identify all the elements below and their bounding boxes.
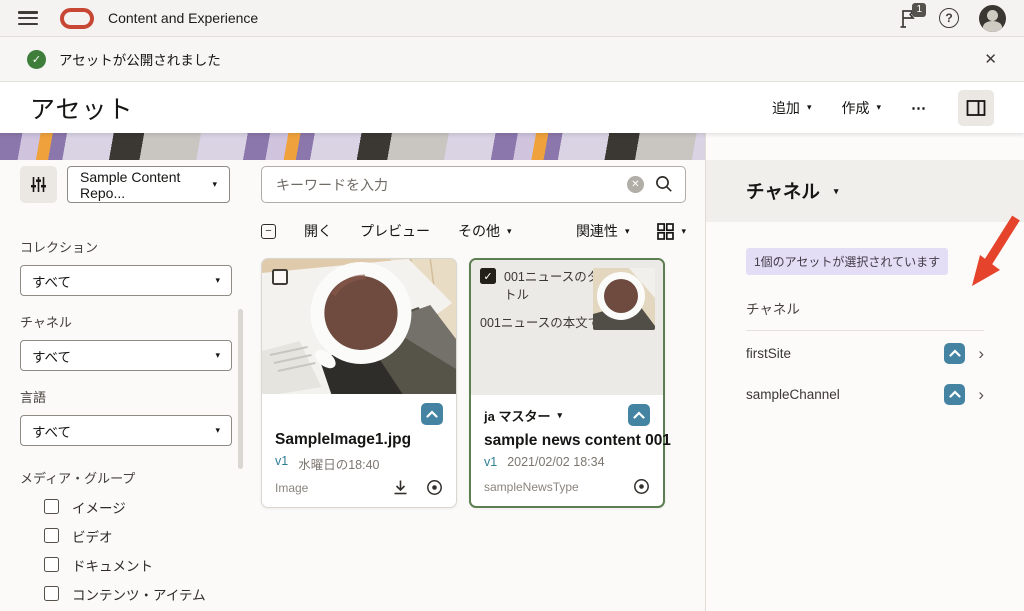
asset-type: sampleNewsType (484, 480, 579, 494)
asset-version: v1 (275, 454, 288, 473)
panel-header: チャネル ▾ (706, 160, 1024, 222)
channel-filter-label: チャネル (20, 312, 248, 331)
asset-card-sampleimage1[interactable]: SampleImage1.jpg v1 水曜日の18:40 Image (261, 258, 457, 508)
add-button[interactable]: 追加 ▾ (772, 98, 812, 118)
toast-close-icon[interactable]: ✕ (984, 50, 997, 68)
news-thumbnail-coffee (593, 268, 655, 330)
card-checkbox-checked[interactable]: ✓ (480, 268, 496, 284)
published-icon[interactable] (421, 403, 443, 425)
caret-down-icon: ▾ (807, 103, 812, 112)
chevron-right-icon[interactable]: › (978, 345, 984, 362)
channels-section-label: チャネル (746, 298, 984, 318)
asset-version: v1 (484, 455, 497, 469)
split-panel-icon (966, 99, 986, 117)
media-group-label: メディア・グループ (20, 468, 248, 487)
side-panel-toggle-button[interactable] (958, 90, 994, 126)
language-filter-label: 言語 (20, 387, 248, 406)
caret-down-icon: ▾ (876, 103, 881, 112)
asset-type: Image (275, 481, 308, 495)
assets-toolbar: − 開く プレビュー その他 ▾ 関連性 ▾ (261, 221, 686, 241)
open-button[interactable]: 開く (304, 221, 332, 241)
preview-eye-icon[interactable] (633, 478, 650, 495)
view-mode-select[interactable]: ▾ (657, 223, 686, 240)
asset-title: SampleImage1.jpg (275, 431, 443, 449)
channel-row-samplechannel[interactable]: sampleChannel › (746, 374, 984, 414)
card-checkbox[interactable] (272, 269, 288, 285)
media-option-image[interactable]: イメージ (44, 497, 248, 516)
caret-down-icon: ▾ (215, 276, 220, 285)
grid-view-icon (657, 223, 674, 240)
clear-search-icon[interactable]: ✕ (627, 176, 644, 193)
panel-title: チャネル (746, 178, 820, 204)
annotation-arrow (960, 212, 1024, 298)
asset-date: 水曜日の18:40 (298, 454, 379, 473)
selection-count-badge: 1個のアセットが選択されています (746, 248, 948, 275)
channel-select[interactable]: すべて ▾ (20, 340, 232, 371)
media-option-content-item[interactable]: コンテンツ・アイテム (44, 584, 248, 603)
assets-main: ✕ − 開く プレビュー その他 ▾ 関連性 ▾ (248, 133, 705, 611)
help-button[interactable]: ? (939, 8, 959, 28)
sidebar-scrollbar[interactable] (238, 309, 243, 469)
toast-message: アセットが公開されました (59, 49, 221, 69)
asset-card-sample-news[interactable]: ✓ 001ニュースのタイトル 001ニュースの本文です (469, 258, 665, 508)
language-select[interactable]: すべて ▾ (20, 415, 232, 446)
media-option-document[interactable]: ドキュメント (44, 555, 248, 574)
divider (746, 330, 984, 331)
preview-button[interactable]: プレビュー (360, 221, 430, 241)
create-button[interactable]: 作成 ▾ (841, 98, 881, 118)
sort-select[interactable]: 関連性 ▾ (576, 221, 630, 241)
page-title: アセット (30, 90, 134, 126)
search-icon[interactable] (655, 175, 673, 193)
content-item-preview: ✓ 001ニュースのタイトル 001ニュースの本文です (471, 260, 663, 395)
success-check-icon: ✓ (27, 50, 46, 69)
caret-down-icon: ▾ (625, 227, 630, 236)
filter-toggle-button[interactable] (20, 166, 57, 203)
collection-select[interactable]: すべて ▾ (20, 265, 232, 296)
download-icon[interactable] (392, 479, 409, 496)
oracle-logo (60, 8, 94, 29)
channels-panel: チャネル ▾ 1個のアセットが選択されています チャネル firstSite › (705, 133, 1024, 611)
asset-title: sample news content 001 (484, 432, 650, 450)
top-bar: Content and Experience 1 ? (0, 0, 1024, 37)
sliders-icon (30, 176, 47, 193)
language-variant-select[interactable]: ja マスター ▾ (484, 406, 562, 425)
avatar[interactable] (979, 5, 1006, 32)
more-menu-button[interactable]: その他 ▾ (458, 221, 512, 241)
published-icon[interactable] (944, 384, 965, 405)
chevron-right-icon[interactable]: › (978, 386, 984, 403)
notification-badge: 1 (912, 3, 926, 17)
caret-down-icon: ▾ (557, 411, 562, 420)
repository-select[interactable]: Sample Content Repo... ▾ (67, 166, 230, 203)
published-icon[interactable] (944, 343, 965, 364)
search-input[interactable] (261, 166, 686, 203)
caret-down-icon: ▾ (681, 227, 686, 236)
channel-row-firstsite[interactable]: firstSite › (746, 333, 984, 373)
help-icon: ? (945, 11, 952, 25)
caret-down-icon: ▾ (215, 351, 220, 360)
asset-date: 2021/02/02 18:34 (507, 455, 604, 469)
checkbox[interactable] (44, 557, 59, 572)
more-actions-button[interactable]: ⋯ (911, 99, 928, 117)
app-window: Content and Experience 1 ? ✓ アセットが公開されまし… (0, 0, 1024, 611)
success-toast: ✓ アセットが公開されました ✕ (0, 37, 1024, 82)
content-area: Sample Content Repo... ▾ コレクション すべて ▾ チャ… (0, 133, 1024, 611)
checkbox[interactable] (44, 499, 59, 514)
announcements-button[interactable]: 1 (897, 7, 919, 29)
caret-down-icon[interactable]: ▾ (834, 187, 839, 196)
asset-thumbnail-coffee (262, 259, 456, 394)
collection-label: コレクション (20, 237, 248, 256)
menu-icon[interactable] (18, 11, 38, 25)
published-icon[interactable] (628, 404, 650, 426)
media-option-video[interactable]: ビデオ (44, 526, 248, 545)
app-title: Content and Experience (108, 10, 258, 26)
caret-down-icon: ▾ (215, 426, 220, 435)
caret-down-icon: ▾ (507, 227, 512, 236)
select-all-checkbox[interactable]: − (261, 224, 276, 239)
filters-sidebar: Sample Content Repo... ▾ コレクション すべて ▾ チャ… (0, 133, 248, 611)
page-header: アセット 追加 ▾ 作成 ▾ ⋯ (0, 82, 1024, 133)
checkbox[interactable] (44, 586, 59, 601)
preview-eye-icon[interactable] (426, 479, 443, 496)
checkbox[interactable] (44, 528, 59, 543)
caret-down-icon: ▾ (212, 180, 217, 189)
